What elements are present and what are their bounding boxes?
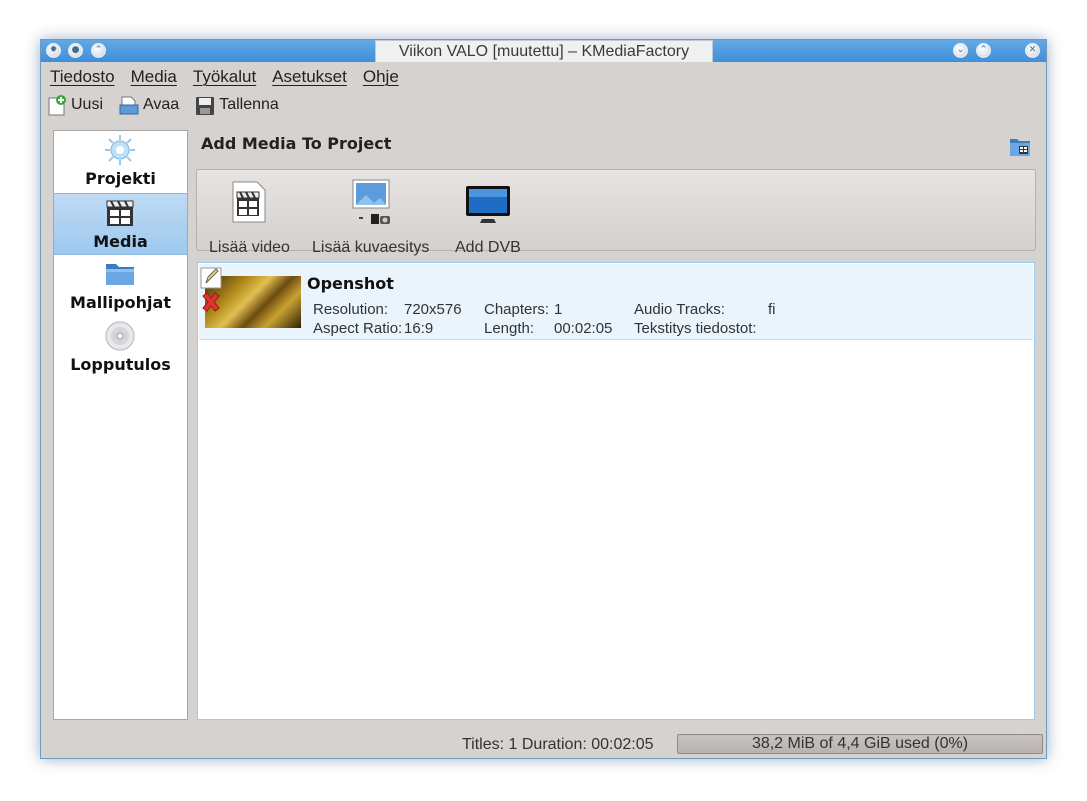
media-actions-toolbar: Lisää video Lisää kuvaesitys Add DVB <box>196 169 1036 256</box>
menu-tiedosto[interactable]: Tiedosto <box>50 67 115 89</box>
add-video-button[interactable]: Lisää video <box>209 178 290 257</box>
add-slideshow-button[interactable]: Lisää kuvaesitys <box>312 178 429 257</box>
disc-icon <box>105 321 135 351</box>
open-label: Avaa <box>143 96 180 113</box>
media-title: Openshot <box>307 274 394 293</box>
disk-usage-bar: 38,2 MiB of 4,4 GiB used (0%) <box>677 734 1043 754</box>
resolution-value: 720x576 <box>404 301 462 318</box>
tv-icon <box>465 186 510 223</box>
save-label: Tallenna <box>219 96 279 113</box>
add-dvb-label: Add DVB <box>455 239 521 256</box>
folder-video-icon[interactable] <box>1009 137 1031 157</box>
close-icon[interactable]: ✕ <box>1025 43 1040 58</box>
new-button[interactable]: Uusi <box>47 93 103 117</box>
clapperboard-icon <box>106 200 134 226</box>
add-video-label: Lisää video <box>209 239 290 256</box>
sidebar: Projekti Media Mallipohjat Lopputulos <box>53 130 188 720</box>
chevron-up-icon[interactable]: ⌃ <box>976 43 991 58</box>
save-disk-icon <box>196 96 215 115</box>
remove-icon[interactable] <box>200 291 222 313</box>
audio-tracks-value: fi <box>768 301 776 318</box>
aspect-label: Aspect Ratio: <box>313 320 403 337</box>
edit-icon[interactable] <box>200 267 222 289</box>
open-folder-icon <box>119 96 139 114</box>
save-button[interactable]: Tallenna <box>195 93 279 117</box>
media-list[interactable]: Openshot Resolution: 720x576 Aspect Rati… <box>197 262 1035 720</box>
open-button[interactable]: Avaa <box>119 93 179 117</box>
slideshow-icon <box>352 179 390 224</box>
page-title: Add Media To Project <box>201 134 392 153</box>
new-document-icon <box>48 94 66 115</box>
main-toolbar: Uusi Avaa Tallenna <box>47 93 295 117</box>
add-dvb-button[interactable]: Add DVB <box>455 178 521 257</box>
menu-tyokalut[interactable]: Työkalut <box>193 67 256 89</box>
menu-asetukset[interactable]: Asetukset <box>272 67 347 89</box>
chevron-down-icon[interactable]: ⌄ <box>953 43 968 58</box>
menu-bar: Tiedosto Media Työkalut Asetukset Ohje <box>50 67 415 89</box>
menu-media[interactable]: Media <box>131 67 177 89</box>
sidebar-item-lopputulos[interactable]: Lopputulos <box>54 317 187 379</box>
sidebar-item-media[interactable]: Media <box>54 193 187 255</box>
list-item[interactable]: Openshot Resolution: 720x576 Aspect Rati… <box>199 264 1033 340</box>
video-clapper-icon <box>232 181 266 223</box>
gear-icon <box>105 135 135 165</box>
audio-tracks-label: Audio Tracks: <box>634 301 725 318</box>
sidebar-item-label: Projekti <box>85 169 156 188</box>
length-value: 00:02:05 <box>554 320 613 337</box>
length-label: Length: <box>484 320 535 337</box>
keep-below-icon[interactable]: ● <box>68 43 83 58</box>
title-bar[interactable]: ✹ ● ⌃ Viikon VALO [muutettu] – KMediaFac… <box>41 40 1046 62</box>
add-slideshow-label: Lisää kuvaesitys <box>312 239 430 256</box>
resolution-label: Resolution: <box>313 301 389 318</box>
sidebar-item-mallipohjat[interactable]: Mallipohjat <box>54 255 187 317</box>
sidebar-item-projekti[interactable]: Projekti <box>54 131 187 193</box>
aspect-value: 16:9 <box>404 320 434 337</box>
menu-ohje[interactable]: Ohje <box>363 67 399 89</box>
app-window: ✹ ● ⌃ Viikon VALO [muutettu] – KMediaFac… <box>40 39 1047 759</box>
status-titles: Titles: 1 Duration: 00:02:05 <box>462 736 654 753</box>
chapters-label: Chapters: <box>484 301 550 318</box>
sun-icon[interactable]: ✹ <box>46 43 61 58</box>
sidebar-item-label: Mallipohjat <box>70 293 171 312</box>
chapters-value: 1 <box>554 301 563 318</box>
keep-above-icon[interactable]: ⌃ <box>91 43 106 58</box>
window-title: Viikon VALO [muutettu] – KMediaFactory <box>375 40 713 62</box>
sidebar-item-label: Lopputulos <box>70 355 171 374</box>
subtitles-label: Tekstitys tiedostot: <box>634 320 757 337</box>
usage-text: 38,2 MiB of 4,4 GiB used (0%) <box>751 735 969 752</box>
folder-icon <box>106 264 134 285</box>
new-label: Uusi <box>71 96 104 113</box>
sidebar-item-label: Media <box>93 232 148 251</box>
